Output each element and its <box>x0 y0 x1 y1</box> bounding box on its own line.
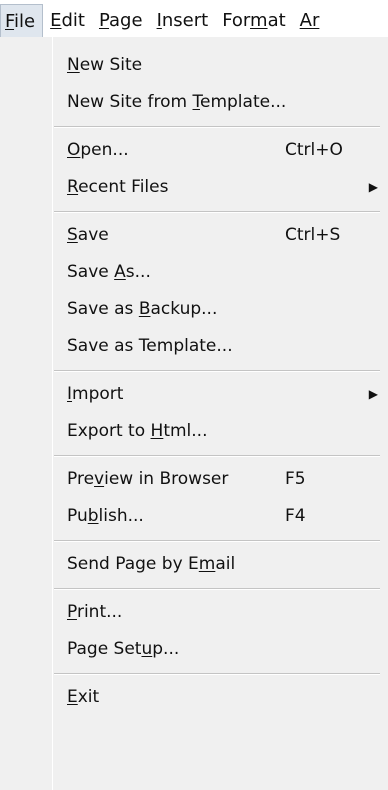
menu-item-recent-files-mnemonic: R <box>67 177 79 197</box>
menu-item-save-as-backup[interactable]: Save as Backup... <box>0 291 388 328</box>
menu-item-save-shortcut: Ctrl+S <box>285 225 341 245</box>
menu-item-publish-post: lish... <box>98 506 144 526</box>
menu-item-import-post: mport <box>72 384 124 404</box>
menu-item-print-post: rint... <box>76 602 123 622</box>
menu-item-export-to-html[interactable]: Export to Html... <box>0 413 388 450</box>
menu-item-send-page-by-email-post: ail <box>215 554 236 574</box>
menu-item-preview-in-browser-pre: Pre <box>67 469 95 489</box>
menu-item-send-page-by-email[interactable]: Send Page by Email <box>0 546 388 583</box>
menu-item-save-mnemonic: S <box>67 225 78 245</box>
menu-page[interactable]: Page <box>92 4 150 38</box>
menu-item-save-post: ave <box>77 225 109 245</box>
menu-item-open-shortcut: Ctrl+O <box>285 140 343 160</box>
menu-format-pre: For <box>222 10 251 31</box>
menu-item-recent-files[interactable]: Recent Files ▶ <box>0 169 388 206</box>
menu-item-preview-in-browser-post: iew in Browser <box>104 469 229 489</box>
menu-item-new-site-post: ew Site <box>79 55 143 75</box>
menu-item-page-setup-pre: Page Set <box>67 639 142 659</box>
menu-separator <box>0 668 388 679</box>
menu-item-import[interactable]: Import ▶ <box>0 376 388 413</box>
menu-item-save-as-post: s... <box>125 262 151 282</box>
menu-item-export-to-html-pre: Export to <box>67 421 151 441</box>
menu-separator <box>0 206 388 217</box>
menu-insert[interactable]: Insert <box>150 4 216 38</box>
menu-item-save-as-template[interactable]: Save as Template... <box>0 328 388 365</box>
file-menu-dropdown: New Site New Site from Template... Open.… <box>0 37 388 790</box>
menu-item-recent-files-post: ecent Files <box>78 177 169 197</box>
menu-file-post: ile <box>14 11 36 32</box>
menu-item-new-site-from-template[interactable]: New Site from Template... <box>0 84 388 121</box>
menu-item-print-mnemonic: P <box>67 602 77 622</box>
menu-separator <box>0 365 388 376</box>
menu-item-save-as-backup-mnemonic: B <box>138 299 151 319</box>
menu-item-new-site-mnemonic: N <box>67 55 80 75</box>
menu-item-export-to-html-mnemonic: H <box>150 421 164 441</box>
menu-format-post: at <box>267 10 286 31</box>
menu-item-save-as-backup-pre: Save as <box>67 299 139 319</box>
menu-separator <box>0 583 388 594</box>
menu-item-send-page-by-email-mnemonic: m <box>198 554 216 574</box>
menu-item-exit-post: xit <box>77 687 100 707</box>
menu-item-exit-mnemonic: E <box>67 687 78 707</box>
menu-separator <box>0 121 388 132</box>
menu-format-mnemonic: m <box>250 10 268 31</box>
menu-item-page-setup-mnemonic: u <box>141 639 153 659</box>
menu-item-exit[interactable]: Exit <box>0 679 388 716</box>
menu-item-save-as-template-pre: Save as Template... <box>67 336 233 356</box>
menu-file-mnemonic: F <box>5 11 15 32</box>
menu-file[interactable]: File <box>0 4 44 38</box>
menu-item-publish-pre: Pu <box>67 506 88 526</box>
menu-item-save-as-mnemonic: A <box>114 262 126 282</box>
menu-item-open-post: pen... <box>80 140 129 160</box>
menu-insert-post: nsert <box>161 10 209 31</box>
menu-item-save-as[interactable]: Save As... <box>0 254 388 291</box>
menu-item-preview-in-browser-shortcut: F5 <box>285 469 306 489</box>
menu-edit-post: dit <box>61 10 85 31</box>
menu-item-publish[interactable]: Publish... F4 <box>0 498 388 535</box>
menu-item-preview-in-browser[interactable]: Preview in Browser F5 <box>0 461 388 498</box>
menu-item-save-as-backup-post: ackup... <box>150 299 218 319</box>
submenu-arrow-icon: ▶ <box>368 387 378 401</box>
menu-item-open[interactable]: Open... Ctrl+O <box>0 132 388 169</box>
menu-edit-mnemonic: E <box>50 10 62 31</box>
menu-item-export-to-html-post: tml... <box>163 421 208 441</box>
menu-separator <box>0 535 388 546</box>
submenu-arrow-icon: ▶ <box>368 180 378 194</box>
menu-bar: File Edit Page Insert Format Ar <box>0 0 388 38</box>
menu-item-save[interactable]: Save Ctrl+S <box>0 217 388 254</box>
menu-item-page-setup[interactable]: Page Setup... <box>0 631 388 668</box>
menu-item-save-as-pre: Save <box>67 262 115 282</box>
menu-page-mnemonic: P <box>98 10 110 31</box>
menu-item-new-site-from-template-mnemonic: T <box>192 92 201 112</box>
menu-item-new-site[interactable]: New Site <box>0 47 388 84</box>
menu-arrange-mnemonic: Ar <box>299 10 320 31</box>
menu-item-publish-mnemonic: b <box>87 506 99 526</box>
menu-separator <box>0 450 388 461</box>
menu-item-new-site-from-template-pre: New Site from <box>67 92 193 112</box>
menu-arrange[interactable]: Ar <box>293 4 327 38</box>
menu-item-new-site-from-template-post: emplate... <box>200 92 287 112</box>
menu-item-open-mnemonic: O <box>67 140 81 160</box>
menu-item-publish-shortcut: F4 <box>285 506 306 526</box>
menu-item-print[interactable]: Print... <box>0 594 388 631</box>
menu-item-page-setup-post: p... <box>152 639 180 659</box>
menu-page-post: age <box>109 10 143 31</box>
menu-edit[interactable]: Edit <box>43 4 92 38</box>
menu-item-send-page-by-email-pre: Send Page by E <box>67 554 199 574</box>
menu-item-preview-in-browser-mnemonic: v <box>94 469 105 489</box>
menu-format[interactable]: Format <box>215 4 292 38</box>
file-menu-items: New Site New Site from Template... Open.… <box>0 47 388 716</box>
